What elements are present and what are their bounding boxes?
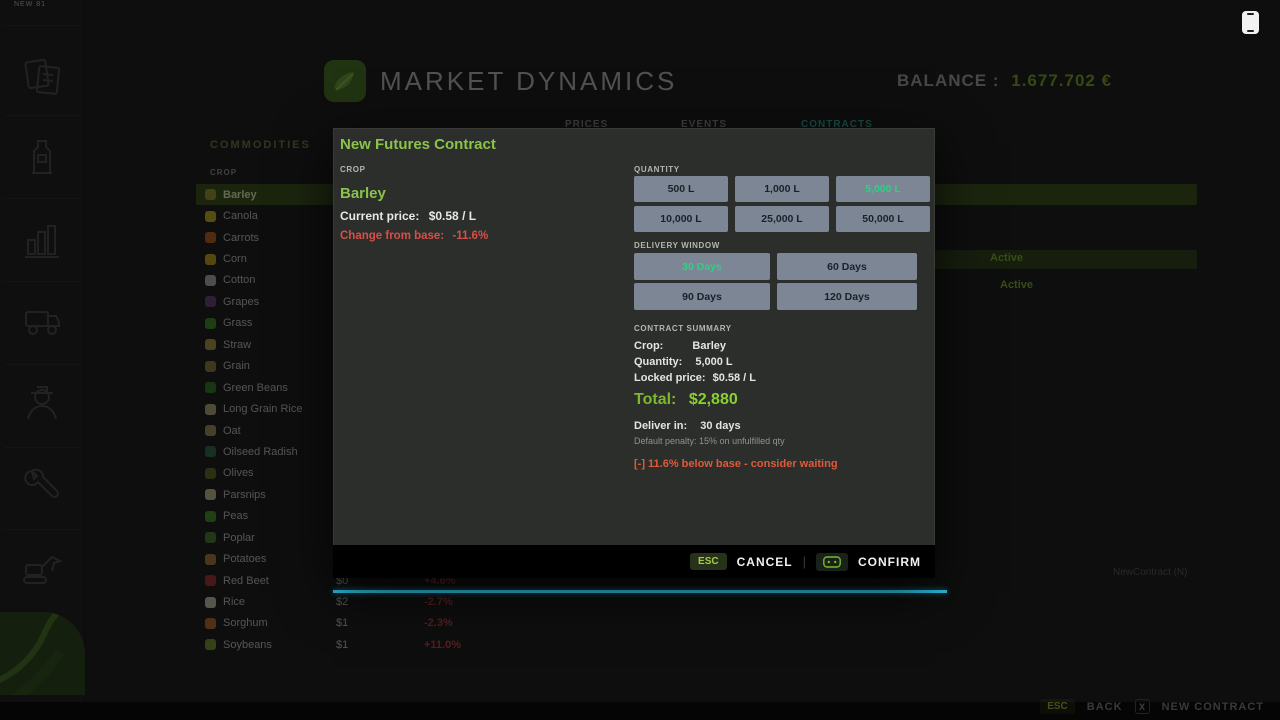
selected-crop-name: Barley: [340, 185, 386, 202]
quantity-section-label: QUANTITY: [634, 165, 680, 174]
change-from-base-line: Change from base: -11.6%: [340, 230, 488, 242]
market-dynamics-screen: NEW 81: [0, 0, 1280, 720]
new-futures-contract-dialog: New Futures Contract CROP Barley Current…: [333, 128, 935, 578]
quantity-option-5000l[interactable]: 5,000 L: [836, 176, 930, 202]
deliver-value: 30 days: [700, 420, 740, 432]
quantity-option-25000l[interactable]: 25,000 L: [735, 206, 829, 232]
summary-total-line: Total: $2,880: [634, 391, 738, 409]
below-base-warning: [-] 11.6% below base - consider waiting: [634, 458, 838, 470]
summary-locked-value: $0.58 / L: [713, 372, 756, 384]
change-value: -11.6%: [452, 230, 488, 242]
summary-locked-line: Locked price: $0.58 / L: [634, 372, 756, 384]
current-price-value: $0.58 / L: [429, 209, 476, 223]
summary-locked-label: Locked price:: [634, 372, 706, 384]
divider: |: [803, 554, 806, 569]
dialog-title: New Futures Contract: [340, 136, 496, 153]
selection-underline: [333, 590, 947, 593]
delivery-option-60days[interactable]: 60 Days: [777, 253, 917, 280]
delivery-option-30days[interactable]: 30 Days: [634, 253, 770, 280]
dialog-footer: ESC CANCEL | CONFIRM: [333, 545, 935, 578]
gamepad-icon: [816, 553, 848, 571]
cancel-button[interactable]: CANCEL: [737, 555, 793, 569]
quantity-option-1000l[interactable]: 1,000 L: [735, 176, 829, 202]
delivery-section-label: DELIVERY WINDOW: [634, 241, 720, 250]
delivery-option-120days[interactable]: 120 Days: [777, 283, 917, 310]
deliver-label: Deliver in:: [634, 420, 687, 432]
quantity-option-500l[interactable]: 500 L: [634, 176, 728, 202]
current-price-label: Current price:: [340, 209, 419, 223]
crop-section-label: CROP: [340, 165, 366, 174]
summary-crop-label: Crop:: [634, 340, 663, 352]
total-label: Total:: [634, 391, 676, 408]
phone-icon[interactable]: [1242, 11, 1259, 34]
summary-quantity-value: 5,000 L: [695, 356, 732, 368]
delivery-option-90days[interactable]: 90 Days: [634, 283, 770, 310]
summary-crop-line: Crop: Barley: [634, 340, 726, 352]
default-penalty-note: Default penalty: 15% on unfulfilled qty: [634, 436, 785, 446]
total-value: $2,880: [689, 391, 738, 408]
contract-summary-label: CONTRACT SUMMARY: [634, 324, 732, 333]
esc-key-badge: ESC: [690, 553, 727, 570]
quantity-option-50000l[interactable]: 50,000 L: [836, 206, 930, 232]
current-price-line: Current price: $0.58 / L: [340, 209, 476, 223]
summary-crop-value: Barley: [692, 340, 726, 352]
summary-quantity-label: Quantity:: [634, 356, 682, 368]
summary-quantity-line: Quantity: 5,000 L: [634, 356, 733, 368]
quantity-option-10000l[interactable]: 10,000 L: [634, 206, 728, 232]
change-label: Change from base:: [340, 230, 444, 242]
confirm-button[interactable]: CONFIRM: [858, 555, 921, 569]
summary-deliver-line: Deliver in: 30 days: [634, 420, 741, 432]
